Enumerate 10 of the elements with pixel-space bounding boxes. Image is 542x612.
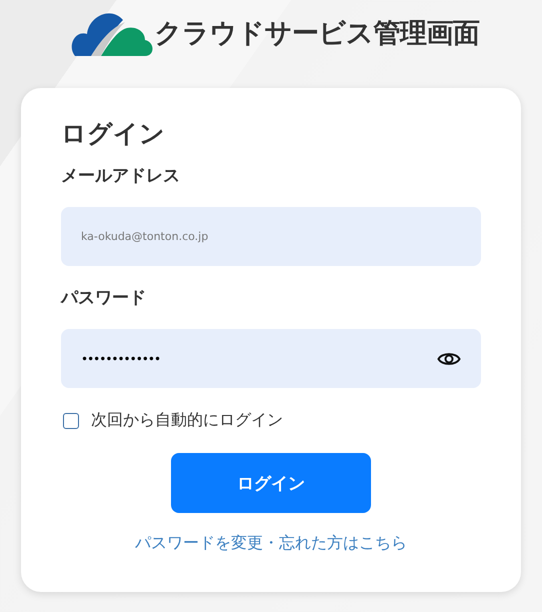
app-title: クラウドサービス管理画面	[154, 17, 480, 51]
login-button[interactable]: ログイン	[171, 453, 371, 513]
field-label: パスワード	[61, 287, 147, 310]
email-field[interactable]: ka-okuda@tonton.co.jp	[61, 207, 481, 266]
forgot-password-link[interactable]: パスワードを変更・忘れた方はこちら	[135, 533, 407, 554]
password-field[interactable]: •••••••••••••	[61, 329, 481, 388]
form-heading: ログイン	[61, 118, 166, 150]
field-label: メールアドレス	[61, 165, 181, 188]
checkbox-label[interactable]: 次回から自動的にログイン	[91, 410, 283, 431]
checkbox[interactable]	[63, 412, 79, 428]
